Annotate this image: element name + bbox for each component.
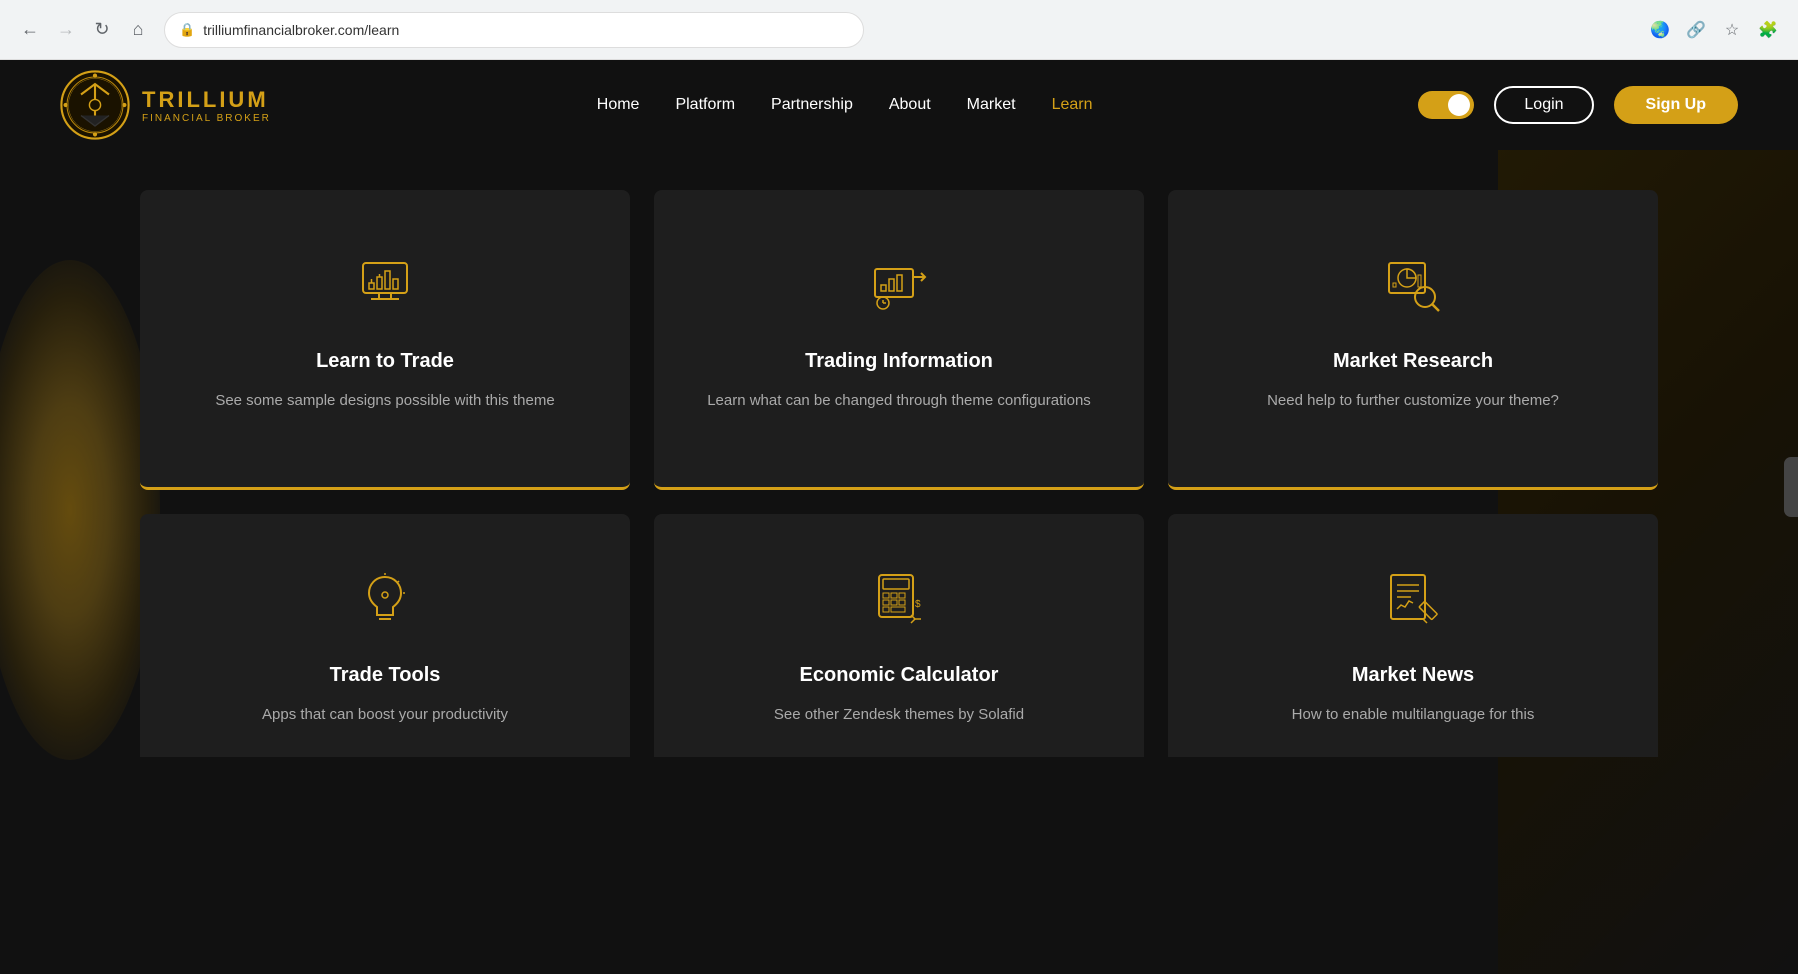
card-trading-information[interactable]: Trading Information Learn what can be ch…	[654, 190, 1144, 490]
website: TRILLIUM FINANCIAL BROKER Home Platform …	[0, 60, 1798, 974]
main-content: Learn to Trade See some sample designs p…	[0, 150, 1798, 757]
nav-right: Login Sign Up	[1418, 86, 1738, 124]
card-trade-tools[interactable]: Trade Tools Apps that can boost your pro…	[140, 514, 630, 757]
extensions-button[interactable]: 🧩	[1754, 16, 1782, 44]
market-news-icon	[1378, 564, 1448, 634]
forward-button[interactable]: →	[52, 16, 80, 44]
nav-home[interactable]: Home	[597, 96, 640, 114]
signup-button[interactable]: Sign Up	[1614, 86, 1738, 124]
url-text: trilliumfinancialbroker.com/learn	[203, 22, 399, 38]
trade-tools-icon	[350, 564, 420, 634]
learn-to-trade-icon	[350, 250, 420, 320]
card-economic-calculator[interactable]: $ Economic Calculator See other Zendesk …	[654, 514, 1144, 757]
translate-button[interactable]: 🌏	[1646, 16, 1674, 44]
toggle-knob	[1448, 94, 1470, 116]
card-trading-info-desc: Learn what can be changed through theme …	[707, 389, 1091, 413]
logo-icon	[60, 70, 130, 140]
logo-text-block: TRILLIUM FINANCIAL BROKER	[142, 87, 271, 124]
trading-information-icon	[864, 250, 934, 320]
card-trading-info-title: Trading Information	[805, 350, 993, 373]
back-button[interactable]: ←	[16, 16, 44, 44]
card-learn-to-trade-title: Learn to Trade	[316, 350, 454, 373]
economic-calculator-icon: $	[864, 564, 934, 634]
nav-about[interactable]: About	[889, 96, 931, 114]
card-economic-calc-title: Economic Calculator	[800, 664, 999, 687]
scroll-indicator[interactable]	[1784, 457, 1798, 517]
card-market-research-desc: Need help to further customize your them…	[1267, 389, 1559, 413]
navbar: TRILLIUM FINANCIAL BROKER Home Platform …	[0, 60, 1798, 150]
card-market-news-title: Market News	[1352, 664, 1474, 687]
login-button[interactable]: Login	[1494, 86, 1593, 124]
browser-chrome: ← → ↻ ⌂ 🔒 trilliumfinancialbroker.com/le…	[0, 0, 1798, 60]
card-market-research-title: Market Research	[1333, 350, 1493, 373]
share-button[interactable]: 🔗	[1682, 16, 1710, 44]
cards-grid-row2: Trade Tools Apps that can boost your pro…	[140, 514, 1658, 757]
theme-toggle[interactable]	[1418, 91, 1474, 119]
bookmark-button[interactable]: ☆	[1718, 16, 1746, 44]
card-economic-calc-desc: See other Zendesk themes by Solafid	[774, 703, 1024, 727]
reload-button[interactable]: ↻	[88, 16, 116, 44]
card-learn-to-trade[interactable]: Learn to Trade See some sample designs p…	[140, 190, 630, 490]
browser-actions: 🌏 🔗 ☆ 🧩	[1646, 16, 1782, 44]
cards-grid-row1: Learn to Trade See some sample designs p…	[140, 190, 1658, 490]
logo-name: TRILLIUM	[142, 87, 271, 113]
svg-text:$: $	[915, 599, 921, 610]
logo[interactable]: TRILLIUM FINANCIAL BROKER	[60, 70, 271, 140]
card-market-news-desc: How to enable multilanguage for this	[1292, 703, 1535, 727]
card-trade-tools-desc: Apps that can boost your productivity	[262, 703, 508, 727]
lock-icon: 🔒	[179, 22, 195, 38]
logo-sub: FINANCIAL BROKER	[142, 113, 271, 124]
nav-links: Home Platform Partnership About Market L…	[597, 96, 1093, 114]
address-bar[interactable]: 🔒 trilliumfinancialbroker.com/learn	[164, 12, 864, 48]
browser-nav-buttons: ← → ↻ ⌂	[16, 16, 152, 44]
home-button[interactable]: ⌂	[124, 16, 152, 44]
nav-platform[interactable]: Platform	[675, 96, 735, 114]
market-research-icon	[1378, 250, 1448, 320]
card-market-news[interactable]: Market News How to enable multilanguage …	[1168, 514, 1658, 757]
card-trade-tools-title: Trade Tools	[330, 664, 441, 687]
nav-partnership[interactable]: Partnership	[771, 96, 853, 114]
card-market-research[interactable]: Market Research Need help to further cus…	[1168, 190, 1658, 490]
nav-market[interactable]: Market	[967, 96, 1016, 114]
card-learn-to-trade-desc: See some sample designs possible with th…	[215, 389, 554, 413]
nav-learn[interactable]: Learn	[1052, 96, 1093, 114]
